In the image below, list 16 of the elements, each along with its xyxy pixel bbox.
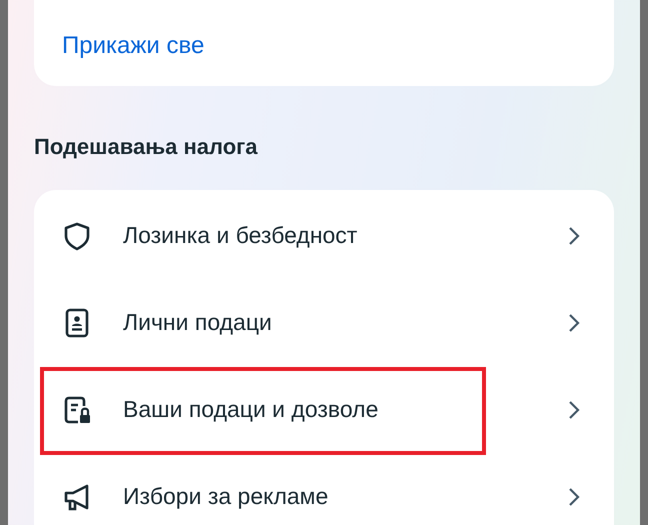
document-lock-icon — [62, 394, 92, 424]
item-label: Ваши подаци и дозволе — [123, 396, 380, 423]
item-label: Лозинка и безбедност — [123, 222, 358, 249]
item-label: Лични подаци — [123, 309, 273, 336]
settings-item[interactable]: Избори за рекламе — [34, 453, 614, 525]
chevron-right-icon — [568, 400, 580, 420]
show-all-link[interactable]: Прикажи све — [62, 32, 204, 60]
shield-icon — [62, 220, 92, 250]
chevron-right-icon — [568, 226, 580, 246]
settings-item[interactable]: Лични подаци — [34, 279, 614, 366]
chevron-right-icon — [568, 486, 580, 506]
settings-item[interactable]: Лозинка и безбедност — [34, 192, 614, 279]
section-heading: Подешавања налога — [34, 134, 259, 160]
chevron-right-icon — [568, 312, 580, 332]
item-label: Избори за рекламе — [123, 483, 330, 510]
settings-item[interactable]: Ваши подаци и дозволе — [34, 366, 614, 453]
